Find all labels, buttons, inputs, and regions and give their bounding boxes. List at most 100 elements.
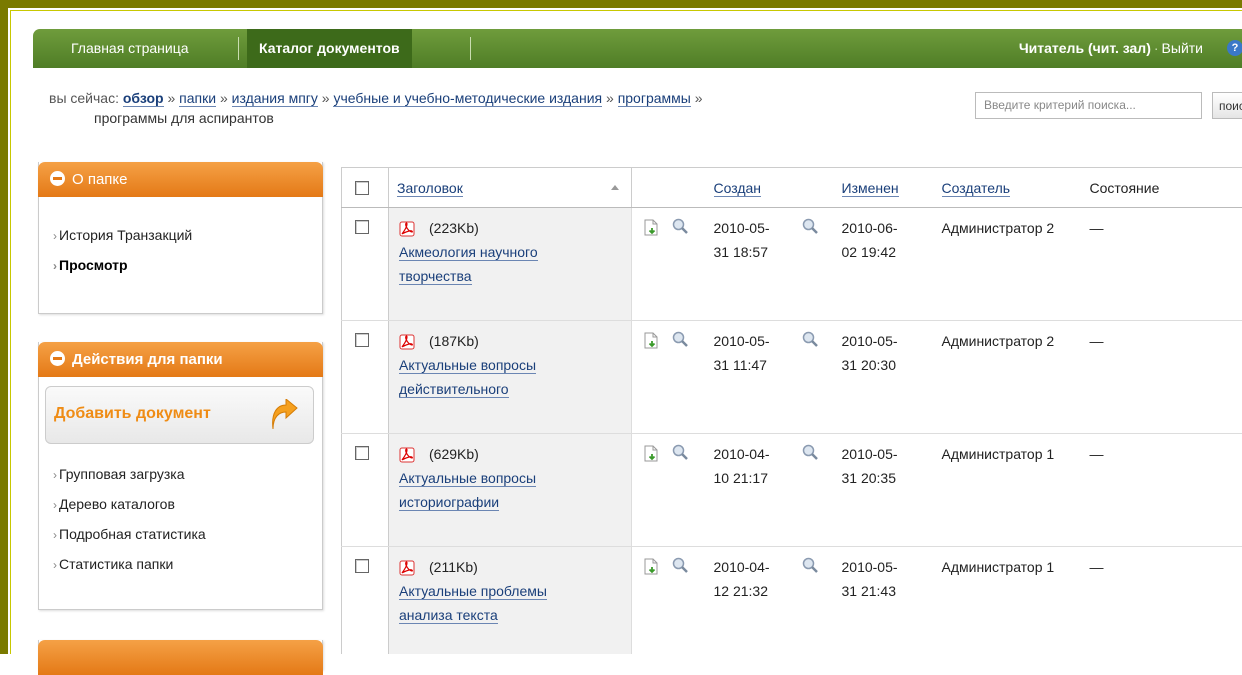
- about-folder-title: О папке: [72, 171, 128, 188]
- modified-date: 2010-05-31 21:43: [842, 559, 898, 599]
- history-magnifier-icon[interactable]: [802, 444, 818, 460]
- document-title-link-cont[interactable]: анализа текста: [399, 607, 498, 624]
- document-title-link[interactable]: Актуальные проблемы: [399, 583, 547, 600]
- row-checkbox[interactable]: [355, 333, 369, 347]
- folder-actions-title: Действия для папки: [72, 351, 223, 368]
- breadcrumb-sep: »: [167, 90, 175, 106]
- breadcrumb-item-mpgu[interactable]: издания мпгу: [232, 90, 318, 107]
- modified-date: 2010-06-02 19:42: [842, 220, 898, 260]
- search-button[interactable]: поиск: [1212, 92, 1242, 119]
- user-area: Читатель (чит. зал)·Выйти: [1019, 29, 1203, 68]
- nav-divider: [470, 37, 471, 60]
- collapse-icon[interactable]: [50, 171, 65, 186]
- col-title: Заголовок: [389, 168, 632, 208]
- row-creator-cell: Администратор 2: [942, 321, 1090, 434]
- row-title-cell: (223Kb) Акмеология научного творчества: [389, 208, 632, 321]
- document-title-link[interactable]: Акмеология научного: [399, 244, 538, 261]
- history-magnifier-icon[interactable]: [802, 557, 818, 573]
- help-icon[interactable]: ?: [1227, 40, 1242, 56]
- download-icon[interactable]: [644, 558, 658, 575]
- history-magnifier-icon[interactable]: [802, 218, 818, 234]
- preview-magnifier-icon[interactable]: [672, 331, 688, 347]
- menu-item-folder-stats[interactable]: Статистика папки: [53, 549, 322, 579]
- breadcrumb-sep: »: [695, 90, 703, 106]
- next-portlet-header[interactable]: [38, 640, 323, 675]
- created-date: 2010-05-31 18:57: [714, 216, 802, 264]
- row-select-cell: [342, 208, 389, 321]
- breadcrumb-item-overview[interactable]: обзор: [123, 90, 164, 107]
- document-title-link[interactable]: Актуальные вопросы: [399, 470, 536, 487]
- download-icon[interactable]: [644, 332, 658, 349]
- document-title-link[interactable]: Актуальные вопросы: [399, 357, 536, 374]
- next-portlet: [38, 640, 323, 670]
- document-title-link-cont[interactable]: творчества: [399, 268, 472, 285]
- table-row: (211Kb) Актуальные проблемы анализа текс…: [342, 547, 1242, 655]
- menu-item-catalog-tree[interactable]: Дерево каталогов: [53, 489, 322, 519]
- menu-item-group-upload[interactable]: Групповая загрузка: [53, 459, 322, 489]
- created-date: 2010-04-10 21:17: [714, 442, 802, 490]
- preview-magnifier-icon[interactable]: [672, 218, 688, 234]
- user-name[interactable]: Читатель (чит. зал): [1019, 40, 1151, 56]
- row-creator-cell: Администратор 1: [942, 434, 1090, 547]
- collapse-icon[interactable]: [50, 351, 65, 366]
- folder-actions-header[interactable]: Действия для папки: [38, 342, 323, 377]
- logout-link[interactable]: Выйти: [1162, 40, 1203, 56]
- file-size: (187Kb): [429, 333, 479, 349]
- file-size: (629Kb): [429, 446, 479, 462]
- breadcrumb: вы сейчас: обзор » папки » издания мпгу …: [49, 88, 899, 128]
- preview-magnifier-icon[interactable]: [672, 557, 688, 573]
- add-document-button[interactable]: Добавить документ: [45, 386, 314, 444]
- download-icon[interactable]: [644, 219, 658, 236]
- documents-table: Заголовок Создан Изменен Создатель Состо…: [341, 167, 1242, 654]
- about-folder-header[interactable]: О папке: [38, 162, 323, 197]
- col-actions: [632, 168, 714, 208]
- download-icon[interactable]: [644, 445, 658, 462]
- document-title-link-cont[interactable]: действительного: [399, 381, 509, 398]
- col-created: Создан: [714, 168, 842, 208]
- sort-created-link[interactable]: Создан: [714, 180, 762, 197]
- row-state-cell: —: [1090, 434, 1242, 547]
- row-select-cell: [342, 321, 389, 434]
- breadcrumb-item-folders[interactable]: папки: [179, 90, 216, 107]
- arrow-up-icon: [269, 399, 299, 431]
- tab-catalog[interactable]: Каталог документов: [247, 29, 412, 68]
- menu-item-transactions[interactable]: История Транзакций: [53, 220, 322, 250]
- sort-title-link[interactable]: Заголовок: [397, 180, 463, 197]
- pdf-icon: [399, 560, 415, 576]
- select-all-checkbox[interactable]: [355, 181, 369, 195]
- row-checkbox[interactable]: [355, 559, 369, 573]
- breadcrumb-item-editions[interactable]: учебные и учебно-методические издания: [333, 90, 602, 107]
- created-date: 2010-05-31 11:47: [714, 329, 802, 377]
- row-creator-cell: Администратор 1: [942, 547, 1090, 655]
- col-modified: Изменен: [842, 168, 942, 208]
- sort-up-icon: [611, 185, 619, 190]
- row-actions-cell: [632, 208, 714, 321]
- breadcrumb-prefix: вы сейчас:: [49, 90, 119, 106]
- sort-modified-link[interactable]: Изменен: [842, 180, 899, 197]
- history-magnifier-icon[interactable]: [802, 331, 818, 347]
- breadcrumb-sep: »: [322, 90, 330, 106]
- table-row: (629Kb) Актуальные вопросы историографии…: [342, 434, 1242, 547]
- search-input[interactable]: Введите критерий поиска...: [975, 92, 1202, 119]
- row-checkbox[interactable]: [355, 446, 369, 460]
- pdf-icon: [399, 334, 415, 350]
- file-size: (211Kb): [429, 559, 478, 575]
- row-checkbox[interactable]: [355, 220, 369, 234]
- created-date: 2010-04-12 21:32: [714, 555, 802, 603]
- menu-item-view[interactable]: Просмотр: [53, 250, 322, 280]
- select-all-cell: [342, 168, 389, 208]
- row-actions-cell: [632, 321, 714, 434]
- pdf-icon: [399, 447, 415, 463]
- row-state-cell: —: [1090, 321, 1242, 434]
- preview-magnifier-icon[interactable]: [672, 444, 688, 460]
- top-navbar: Главная страница Каталог документов Чита…: [33, 29, 1242, 68]
- breadcrumb-item-programs[interactable]: программы: [618, 90, 691, 107]
- row-created-cell: 2010-04-12 21:32: [714, 547, 842, 655]
- row-modified-cell: 2010-05-31 20:35: [842, 434, 942, 547]
- document-title-link-cont[interactable]: историографии: [399, 494, 499, 511]
- add-document-label: Добавить документ: [54, 405, 211, 423]
- tab-home[interactable]: Главная страница: [71, 29, 189, 68]
- sort-creator-link[interactable]: Создатель: [942, 180, 1011, 197]
- folder-actions-portlet: Действия для папки Добавить документ Гру…: [38, 342, 323, 610]
- menu-item-detailed-stats[interactable]: Подробная статистика: [53, 519, 322, 549]
